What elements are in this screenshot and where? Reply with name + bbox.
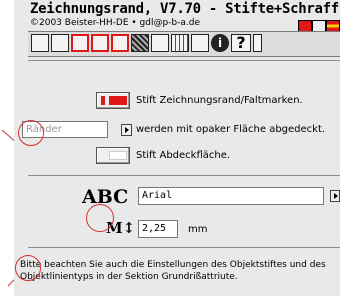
pen-color-swatch xyxy=(101,96,105,105)
toolbar-book-icon[interactable] xyxy=(191,34,209,52)
toolbar-divider xyxy=(28,60,340,61)
annotation-circle xyxy=(18,120,44,146)
text-size-input[interactable]: 2,25 xyxy=(138,220,178,238)
window-title: Zeichnungsrand, V7.70 - Stifte+Schraffur… xyxy=(30,1,340,17)
toolbar: i ? xyxy=(28,31,340,57)
fill-dropdown-button[interactable] xyxy=(121,124,132,136)
toolbar-print-icon[interactable] xyxy=(51,34,69,52)
info-note: Bitte beachten Sie auch die Einstellunge… xyxy=(20,260,326,282)
copyright-line: ©2003 Beister-HH-DE • gdl@p-b-a.de xyxy=(30,18,201,28)
section-divider xyxy=(28,175,340,176)
toolbar-frame-red2-icon[interactable] xyxy=(91,34,109,52)
toolbar-frame-red3-icon[interactable] xyxy=(111,34,129,52)
toolbar-frame-red-icon[interactable] xyxy=(71,34,89,52)
annotation-circle xyxy=(15,255,41,281)
cover-pen-button[interactable] xyxy=(96,147,130,164)
cover-pen-label: Stift Abdeckfläche. xyxy=(136,150,231,161)
toolbar-info-icon[interactable]: i xyxy=(211,34,229,52)
font-dropdown-button[interactable] xyxy=(330,190,340,202)
toolbar-layout-icon[interactable] xyxy=(31,34,49,52)
pen-swatch-button[interactable] xyxy=(96,92,130,109)
toolbar-grid-icon[interactable] xyxy=(171,34,189,52)
toolbar-line-icon[interactable] xyxy=(151,34,169,52)
pen-color-swatch-main xyxy=(109,96,127,105)
toolbar-help-icon[interactable]: ? xyxy=(231,34,251,52)
annotation-circle xyxy=(86,204,114,232)
note-divider xyxy=(28,247,340,248)
text-size-unit: mm xyxy=(188,224,208,235)
cover-pen-swatch xyxy=(109,151,127,160)
pen-label: Stift Zeichnungsrand/Faltmarken. xyxy=(136,95,303,106)
fill-label: werden mit opaker Fläche abgedeckt. xyxy=(136,124,326,135)
font-input[interactable]: Arial xyxy=(138,187,324,205)
toolbar-hatch-icon[interactable] xyxy=(131,34,149,52)
toolbar-scroll-icon[interactable] xyxy=(253,34,262,52)
